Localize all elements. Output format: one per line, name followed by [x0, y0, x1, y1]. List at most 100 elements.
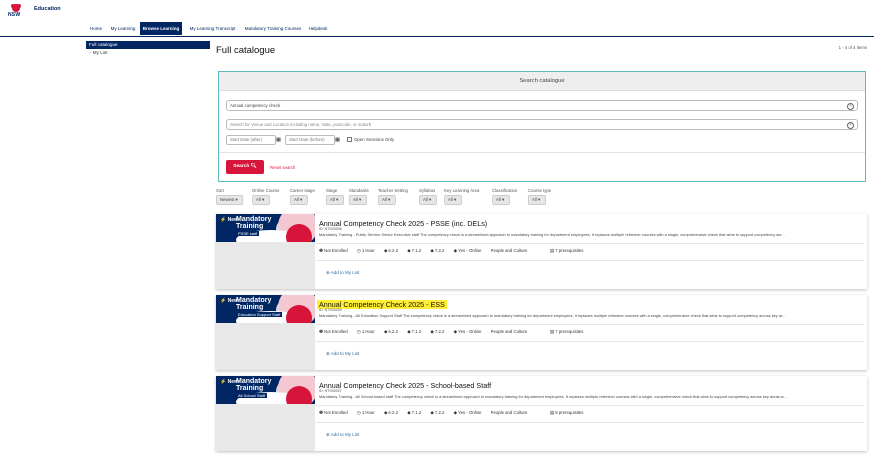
course-meta: ❶Not Enrolled ◷1 Hour ◆6.2.2 ◆7.1.2 ◆7.2…	[319, 329, 531, 335]
nav-learning-transcript[interactable]: My Learning Transcript	[183, 22, 242, 35]
info-icon: ❶	[319, 248, 324, 253]
sidebar-item-full-catalogue[interactable]: Full catalogue	[86, 41, 210, 49]
category-tag: People and Culture	[490, 410, 528, 415]
tag-icon: ◆	[383, 248, 388, 253]
duration: 1 Hour	[361, 410, 375, 415]
standards-select[interactable]: All ▾	[349, 195, 367, 205]
filter-online-course: Online Course All ▾	[252, 188, 279, 205]
main-nav: Home My Learning Browse Learning My Lear…	[0, 22, 874, 37]
key-learning-area-select[interactable]: All ▾	[444, 195, 462, 205]
sidebar-item-my-list[interactable]: - My List	[86, 49, 210, 57]
course-thumbnail-area: ⚡ New Mandatory Training Education Suppo…	[216, 295, 315, 370]
calendar-after-icon[interactable]: ▦	[275, 136, 282, 144]
course-description: Mandatory Training - All School-based st…	[319, 394, 787, 399]
clear-location-icon[interactable]: ×	[847, 121, 854, 129]
divider	[316, 405, 864, 406]
tag-icon: ◆	[453, 410, 458, 415]
filter-sort: Sort Newest ▾	[216, 188, 243, 205]
open-sessions-label: Open Sessions Only	[354, 137, 395, 142]
nav-home[interactable]: Home	[86, 22, 106, 35]
career-stage-select[interactable]: All ▾	[290, 195, 308, 205]
course-thumbnail-area: ⚡ New Mandatory Training All School Staf…	[216, 376, 315, 451]
prerequisites[interactable]: ▤ 7 prerequisites	[550, 329, 583, 335]
filter-label: Sort	[216, 188, 224, 193]
filter-label: Classification	[492, 188, 518, 193]
filter-career-stage: Career stage All ▾	[290, 188, 315, 205]
thumb-line-3: PSSE staff	[236, 231, 260, 236]
tag-icon: ◆	[407, 410, 411, 415]
divider	[316, 422, 864, 423]
thumb-line-2: Training	[236, 385, 264, 392]
enrolment-status: Not Enrolled	[324, 329, 348, 334]
standard-tag: 6.2.2	[388, 248, 398, 253]
course-title-link[interactable]: Annual Competency Check 2025 - School-ba…	[319, 381, 491, 390]
location-search-input[interactable]: Search for Venue and Location including …	[226, 119, 858, 130]
divider	[316, 324, 864, 325]
thumb-line-3: All School Staff	[236, 393, 268, 398]
clock-icon: ◷	[356, 329, 361, 334]
course-type-select[interactable]: All ▾	[528, 195, 546, 205]
clear-keyword-icon[interactable]: ×	[847, 102, 854, 110]
thumb-line-3: Education Support Staff	[236, 312, 283, 317]
tag-icon: ◆	[430, 410, 434, 415]
add-to-my-list-button[interactable]: ⊕ Add to My List	[326, 351, 359, 357]
standard-tag: 7.2.2	[434, 248, 445, 253]
filter-key-learning-area: Key Learning Area All ▾	[444, 188, 479, 205]
add-to-my-list-button[interactable]: ⊕ Add to My List	[326, 432, 359, 438]
duration: 1 Hour	[361, 329, 375, 334]
online-tag: Yes - Online	[458, 329, 482, 334]
filter-label: Teacher Setting	[378, 188, 408, 193]
nav-helpdesk[interactable]: Helpdesk	[304, 22, 332, 35]
nav-my-learning[interactable]: My Learning	[107, 22, 139, 35]
teacher-setting-select[interactable]: All ▾	[378, 195, 396, 205]
open-sessions-checkbox[interactable]: Open Sessions Only	[347, 137, 394, 142]
syllabus-select[interactable]: All ▾	[419, 195, 437, 205]
filter-label: Course type	[528, 188, 552, 193]
logo-text: NSW	[8, 12, 21, 18]
tag-icon: ◆	[407, 248, 411, 253]
classification-select[interactable]: All ▾	[492, 195, 510, 205]
divider	[219, 152, 865, 153]
divider	[316, 260, 864, 261]
search-button-label: Search	[233, 164, 250, 169]
thumb-line-1: Mandatory	[236, 216, 272, 223]
category-tag: People and Culture	[490, 329, 528, 334]
duration: 1 Hour	[361, 248, 375, 253]
calendar-before-icon[interactable]: ▦	[334, 136, 341, 144]
course-description: Mandatory Training - Public Service Seni…	[319, 232, 785, 237]
sort-select[interactable]: Newest ▾	[216, 195, 243, 205]
filter-label: Syllabus	[419, 188, 436, 193]
course-title-link[interactable]: Annual Competency Check 2025 - PSSE (inc…	[319, 219, 487, 228]
standard-tag: 7.1.2	[411, 410, 422, 415]
tag-icon: ◆	[383, 329, 388, 334]
reset-search-link[interactable]: Reset search	[270, 165, 295, 170]
course-card[interactable]: ⚡ New Mandatory Training All School Staf…	[216, 376, 867, 451]
course-thumbnail[interactable]: ⚡ New Mandatory Training All School Staf…	[216, 376, 315, 404]
course-id: ID: NTS00007	[319, 389, 342, 393]
course-card[interactable]: ⚡ New Mandatory Training Education Suppo…	[216, 295, 867, 370]
course-thumbnail[interactable]: ⚡ New Mandatory Training Education Suppo…	[216, 295, 315, 323]
online-course-select[interactable]: All ▾	[252, 195, 270, 205]
standard-tag: 7.2.2	[434, 410, 445, 415]
results-count: 1 - 4 of 4 items	[838, 45, 867, 50]
filter-course-type: Course type All ▾	[528, 188, 551, 205]
course-thumbnail[interactable]: ⚡ New Mandatory Training PSSE staff	[216, 214, 315, 242]
keyword-search-input[interactable]: Annual competency check ×	[226, 100, 858, 111]
stage-select[interactable]: All ▾	[326, 195, 344, 205]
filter-label: Online Course	[252, 188, 280, 193]
enrolment-status: Not Enrolled	[324, 410, 348, 415]
online-tag: Yes - Online	[458, 410, 482, 415]
course-card[interactable]: ⚡ New Mandatory Training PSSE staff Annu…	[216, 214, 867, 289]
nav-browse-learning[interactable]: Browse Learning	[140, 22, 182, 35]
nav-mandatory-training[interactable]: Mandatory Training Courses	[243, 22, 303, 35]
tag-icon: ◆	[383, 410, 388, 415]
add-to-my-list-button[interactable]: ⊕ Add to My List	[326, 270, 359, 276]
search-button[interactable]: Search 🔍︎	[226, 160, 264, 174]
start-date-after-input[interactable]: Start Date (after)	[226, 135, 276, 145]
prerequisites[interactable]: ▤ 7 prerequisites	[550, 248, 583, 254]
start-date-before-input[interactable]: Start Date (before)	[285, 135, 335, 145]
prerequisites[interactable]: ▤ 8 prerequisites	[550, 410, 583, 416]
checkbox-icon[interactable]	[347, 137, 352, 142]
course-id: ID: NTS00005	[319, 308, 342, 312]
info-icon: ❶	[319, 410, 324, 415]
